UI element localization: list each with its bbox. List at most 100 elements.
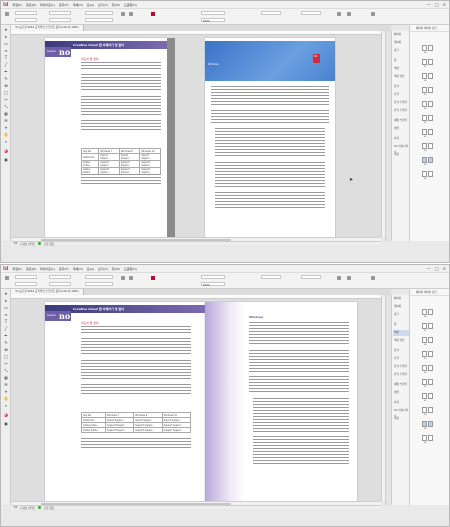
panel-item-object-styles[interactable]: 개체 스타일 [393,382,409,388]
menu-item-object[interactable]: 개체(O) [73,3,83,7]
h-field[interactable] [49,18,71,22]
panel-item-stroke[interactable]: 획 [393,58,409,64]
pencil-icon[interactable]: ✎ [3,340,9,345]
pencil-icon[interactable]: ✎ [3,76,9,81]
pen-icon[interactable]: ✒ [3,333,9,338]
page-thumbnail[interactable] [422,323,427,329]
menu-item-help[interactable]: 도움말(H) [124,3,137,7]
panel-item-color[interactable]: 색상 [393,330,409,336]
select-icon[interactable]: ➤ [3,27,9,32]
panel-item-effects[interactable]: 효과 [393,400,409,406]
shear-icon[interactable] [129,12,133,16]
rect-icon[interactable]: □ [3,354,9,359]
menu-item-window[interactable]: 창(W) [112,3,120,7]
free-transform-icon[interactable]: ⤡ [3,368,9,373]
note-icon[interactable]: ✉ [3,118,9,123]
scale-x-field[interactable] [85,11,113,15]
gradient-icon[interactable]: ▦ [3,375,9,380]
panel-item-layers[interactable]: 레이어 [393,40,409,46]
right-page[interactable]: NO Windows [205,38,335,238]
eyedropper-icon[interactable]: ⌖ [3,389,9,394]
panel-item-color[interactable]: 색상 [393,66,409,72]
page-thumbnail[interactable] [428,379,433,385]
menu-item-table[interactable]: 표(A) [87,3,94,7]
stroke-swatch-icon[interactable] [151,12,155,16]
page-thumbnail[interactable] [428,337,433,343]
direct-select-icon[interactable]: ▸ [3,34,9,39]
preflight-status[interactable]: 오류 없음 [44,506,54,510]
page-thumbnail[interactable] [422,171,427,177]
panel-item-align[interactable]: 정렬 [393,126,409,132]
panel-item-paragraph-styles[interactable]: 단락 스타일 [393,108,409,114]
page-thumbnail[interactable] [422,87,427,93]
scale-x-field[interactable] [85,275,113,279]
horizontal-ruler[interactable] [11,31,381,35]
x-field[interactable] [15,11,37,15]
mode-icon[interactable]: ▣ [3,157,9,162]
panel-item-character-styles[interactable]: 문자 스타일 [393,100,409,106]
fx-field[interactable] [301,11,321,15]
select-icon[interactable]: ➤ [3,291,9,296]
rotate-icon[interactable] [121,12,125,16]
zoom-icon[interactable]: ⌕ [3,139,9,144]
page-tool-icon[interactable]: ▭ [3,305,9,310]
fill-stroke-icon[interactable]: ◪ [3,412,9,417]
x-field[interactable] [15,275,37,279]
menu-item-object[interactable]: 개체(O) [73,267,83,271]
page-thumbnail[interactable] [428,365,433,371]
y-field[interactable] [15,282,37,286]
line-icon[interactable]: ╱ [3,62,9,67]
maximize-button[interactable]: □ [435,266,439,271]
menu-item-layout[interactable]: 레이아웃(L) [40,3,55,7]
stroke-swatch-icon[interactable] [151,276,155,280]
rect-icon[interactable]: □ [3,90,9,95]
panel-item-properties[interactable]: 속성 [393,152,409,158]
menu-item-edit[interactable]: 편집(E) [26,267,36,271]
scale-y-field[interactable] [85,282,113,286]
menu-item-file[interactable]: 파일(F) [12,267,22,271]
y-field[interactable] [15,18,37,22]
scissors-icon[interactable]: ✂ [3,97,9,102]
page-thumbnail[interactable] [428,101,433,107]
text-wrap-icon[interactable] [337,276,341,280]
menu-item-window[interactable]: 창(W) [112,267,120,271]
panel-item-paragraph[interactable]: 단락 [393,92,409,98]
eyedropper-icon[interactable]: ⌖ [3,125,9,130]
horizontal-ruler[interactable] [11,295,381,299]
reference-point-icon[interactable] [5,276,9,280]
direct-select-icon[interactable]: ▸ [3,298,9,303]
right-page[interactable]: Windows [205,302,357,502]
panel-item-properties[interactable]: 속성 [393,416,409,422]
reference-point-icon[interactable] [5,12,9,16]
text-wrap-icon[interactable] [337,12,341,16]
page-thumbnail[interactable] [428,393,433,399]
page-number-field[interactable]: 64 [14,242,17,245]
page-thumbnail[interactable] [422,101,427,107]
hand-icon[interactable]: ✋ [3,396,9,401]
page-thumbnail[interactable] [422,393,427,399]
shear-icon[interactable] [129,276,133,280]
stroke-weight-field[interactable] [201,275,225,279]
page-thumbnail[interactable] [428,407,433,413]
panel-item-character[interactable]: 문자 [393,84,409,90]
panel-item-stroke[interactable]: 획 [393,322,409,328]
menu-item-help[interactable]: 도움말(H) [124,267,137,271]
page-thumbnail[interactable] [428,309,433,315]
page-tool-icon[interactable]: ▭ [3,41,9,46]
panel-item-links[interactable]: 링크 [393,48,409,54]
zoom-field[interactable]: 100% [201,282,225,287]
align-icon[interactable] [347,12,351,16]
panel-item-links[interactable]: 링크 [393,312,409,318]
opacity-field[interactable] [261,275,281,279]
zoom-field[interactable]: 100% [201,18,225,23]
scissors-icon[interactable]: ✂ [3,361,9,366]
type-icon[interactable]: T [3,319,9,324]
panel-item-align[interactable]: 정렬 [393,390,409,396]
pages-panel-tabs[interactable]: 페이지 레이어 링크 [410,289,449,296]
page-thumbnail[interactable] [428,73,433,79]
page-thumbnail[interactable] [428,87,433,93]
fx-field[interactable] [301,275,321,279]
align-icon[interactable] [347,276,351,280]
pages-panel-tabs[interactable]: 페이지 레이어 링크 [410,25,449,32]
menu-item-type[interactable]: 문자(T) [59,267,69,271]
